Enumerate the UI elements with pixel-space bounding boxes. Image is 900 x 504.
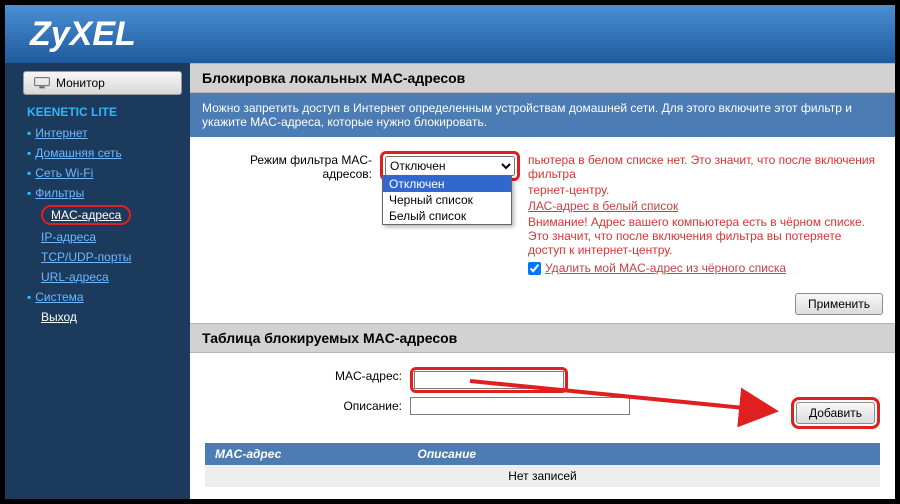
mode-label: Режим фильтра MAC-адресов: — [205, 151, 380, 181]
section-table-title: Таблица блокируемых MAC-адресов — [190, 323, 895, 353]
monitor-icon — [34, 77, 50, 89]
warn-blacklist: Внимание! Адрес вашего компьютера есть в… — [528, 215, 880, 257]
apply-button[interactable]: Применить — [795, 293, 883, 315]
nav-home[interactable]: ▪Домашняя сеть — [5, 143, 190, 163]
device-name: KEENETIC LITE — [5, 105, 190, 123]
add-whitelist-link[interactable]: ЛАС-адрес в белый список — [528, 199, 880, 213]
blocked-table: MAC-адрес Описание Нет записей — [205, 443, 880, 487]
nav-url-addresses[interactable]: URL-адреса — [5, 267, 190, 287]
mode-dropdown: Отключен Черный список Белый список — [382, 175, 512, 225]
nav-ip-addresses[interactable]: IP-адреса — [5, 227, 190, 247]
nav-wifi[interactable]: ▪Сеть Wi-Fi — [5, 163, 190, 183]
main-content: Блокировка локальных MAC-адресов Можно з… — [190, 63, 895, 499]
nav-mac-addresses[interactable]: MAC-адреса — [41, 205, 131, 225]
mac-field-label: MAC-адрес: — [205, 367, 410, 383]
remove-blacklist-checkbox[interactable] — [528, 262, 541, 275]
th-mac: MAC-адрес — [205, 443, 408, 465]
brand-logo: ZyXEL — [30, 15, 136, 54]
app-header: ZyXEL — [5, 5, 895, 63]
monitor-button[interactable]: Монитор — [23, 71, 182, 95]
mac-input-highlight — [410, 367, 568, 393]
warn-whitelist-2: тернет-центру. — [528, 183, 880, 197]
add-button[interactable]: Добавить — [796, 402, 875, 424]
nav-internet[interactable]: ▪Интернет — [5, 123, 190, 143]
nav-exit[interactable]: Выход — [5, 307, 190, 327]
th-desc: Описание — [408, 443, 881, 465]
remove-blacklist-label[interactable]: Удалить мой MAC-адрес из чёрного списка — [545, 261, 786, 275]
table-row-empty: Нет записей — [205, 465, 880, 487]
mode-select[interactable]: Отключен — [385, 156, 515, 176]
mode-option-disabled[interactable]: Отключен — [383, 176, 511, 192]
desc-field-label: Описание: — [205, 397, 410, 413]
main-layout: Монитор KEENETIC LITE ▪Интернет ▪Домашня… — [5, 63, 895, 499]
add-button-highlight: Добавить — [791, 397, 880, 429]
section-block-title: Блокировка локальных MAC-адресов — [190, 63, 895, 93]
info-banner: Можно запретить доступ в Интернет опреде… — [190, 93, 895, 137]
description-input[interactable] — [410, 397, 630, 415]
mode-option-blacklist[interactable]: Черный список — [383, 192, 511, 208]
nav-system[interactable]: ▪Система — [5, 287, 190, 307]
nav-filters[interactable]: ▪Фильтры — [5, 183, 190, 203]
mode-option-whitelist[interactable]: Белый список — [383, 208, 511, 224]
warn-whitelist-1: пьютера в белом списке нет. Это значит, … — [528, 153, 880, 181]
mac-input[interactable] — [414, 371, 564, 389]
sidebar: Монитор KEENETIC LITE ▪Интернет ▪Домашня… — [5, 63, 190, 499]
nav-tcp-udp-ports[interactable]: TCP/UDP-порты — [5, 247, 190, 267]
monitor-label: Монитор — [56, 76, 105, 90]
